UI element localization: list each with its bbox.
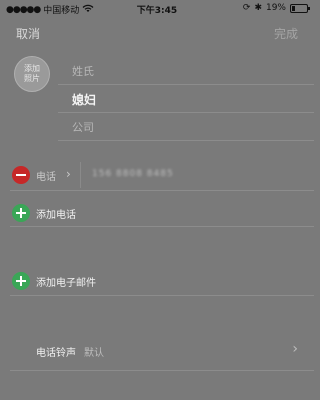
battery-icon xyxy=(290,3,310,13)
phone-label-select[interactable]: 电话 xyxy=(36,168,56,183)
add-phone-divider xyxy=(10,226,314,227)
add-photo-label: 添加 照片 xyxy=(24,64,40,83)
battery-percent: 19% xyxy=(265,3,286,13)
first-name-value: 媳妇 xyxy=(72,93,97,107)
add-phone-button[interactable]: 添加电话 xyxy=(0,200,314,226)
battery-fill xyxy=(292,5,295,11)
add-email-label: 添加电子邮件 xyxy=(36,278,96,289)
phone-row: 电话 › 156 8808 8485 xyxy=(0,162,314,188)
phone-divider-line xyxy=(10,190,314,191)
status-right: ⟳ ✱ 19% xyxy=(242,3,310,13)
ringtone-label: 电话铃声 xyxy=(36,348,76,359)
chevron-right-icon: › xyxy=(292,341,298,357)
status-bar: ●●●●● 中国移动 下午3:45 ⟳ ✱ 19% xyxy=(0,0,314,18)
plus-icon xyxy=(12,204,30,222)
add-email-button[interactable]: 添加电子邮件 xyxy=(0,268,314,294)
cancel-button[interactable]: 取消 xyxy=(16,25,40,42)
company-placeholder: 公司 xyxy=(72,121,94,134)
bluetooth-icon: ✱ xyxy=(254,3,262,13)
lock-rotation-icon: ⟳ xyxy=(242,3,251,13)
plus-icon xyxy=(12,272,30,290)
last-name-placeholder: 姓氏 xyxy=(72,65,94,78)
first-name-field[interactable]: 媳妇 xyxy=(58,84,314,113)
chevron-right-icon[interactable]: › xyxy=(66,167,71,181)
ringtone-row[interactable]: 电话铃声 默认 › xyxy=(0,336,314,364)
add-photo-button[interactable]: 添加 照片 xyxy=(14,56,50,92)
add-phone-label: 添加电话 xyxy=(36,210,76,221)
nav-bar: 取消 完成 xyxy=(0,18,314,46)
phone-number-input[interactable]: 156 8808 8485 xyxy=(92,169,174,179)
company-field[interactable]: 公司 xyxy=(58,112,314,141)
minus-icon[interactable] xyxy=(12,166,30,184)
done-button[interactable]: 完成 xyxy=(274,25,298,42)
last-name-field[interactable]: 姓氏 xyxy=(58,56,314,85)
ringtone-value: 默认 xyxy=(84,348,104,359)
ringtone-divider xyxy=(10,370,314,371)
phone-divider xyxy=(80,162,81,188)
add-email-divider xyxy=(10,295,314,296)
